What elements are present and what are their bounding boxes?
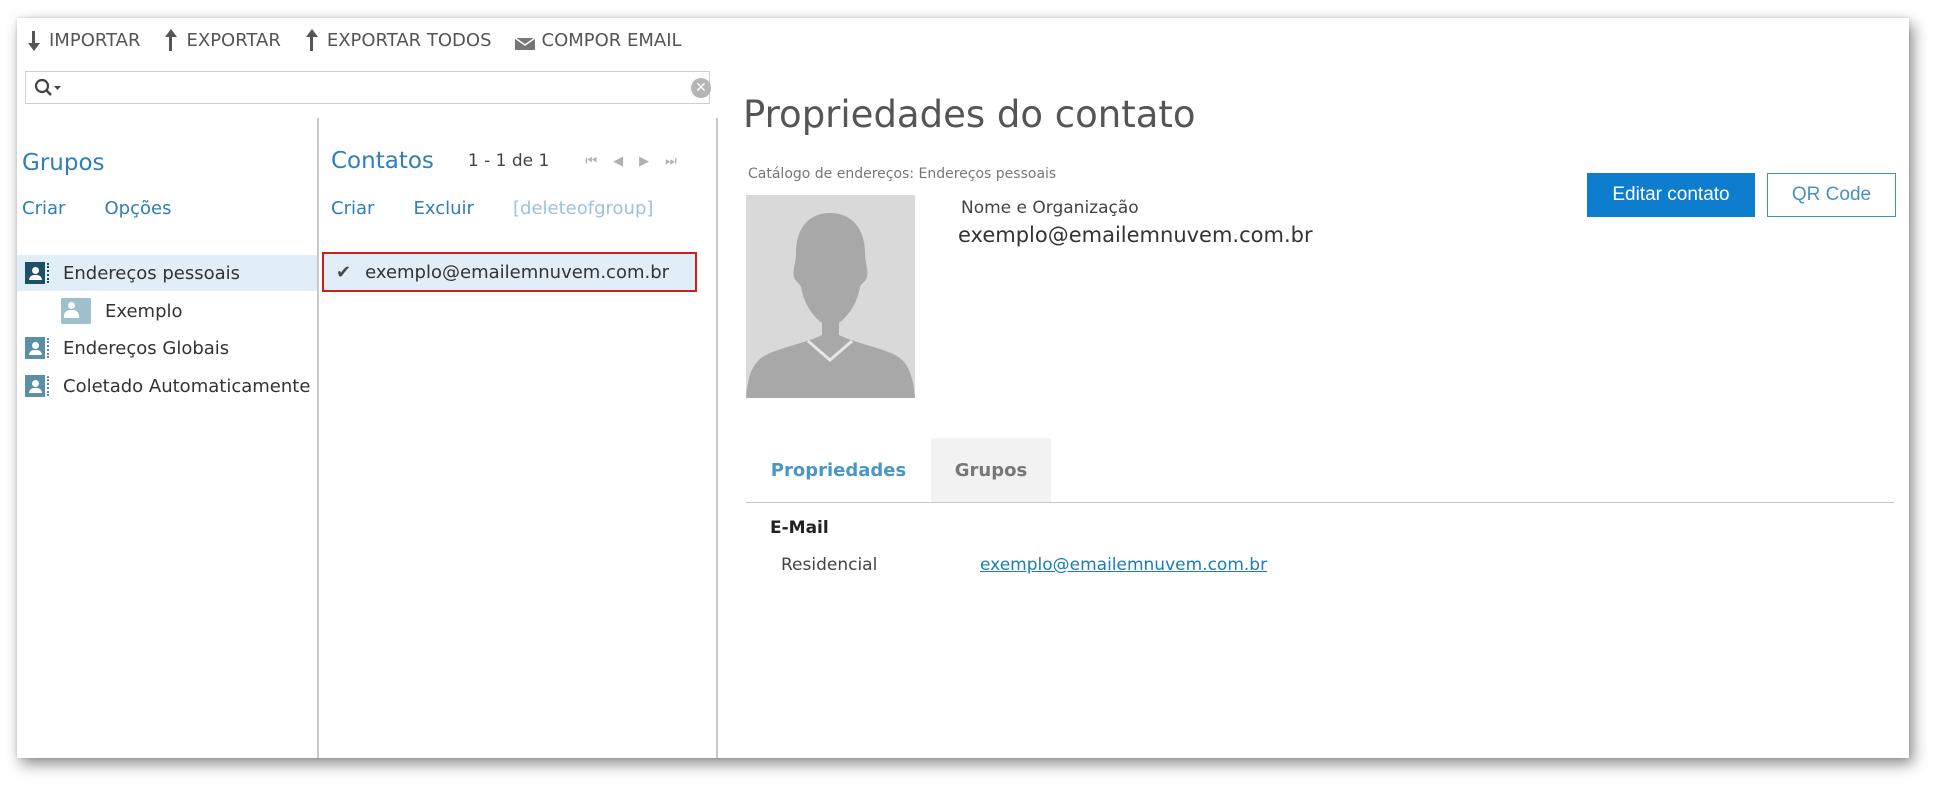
email-section-title: E-Mail bbox=[770, 518, 829, 538]
tab-groups[interactable]: Grupos bbox=[931, 438, 1051, 502]
previous-page-icon[interactable]: ◀ bbox=[613, 154, 623, 169]
contacts-actions: Criar Excluir [deleteofgroup] bbox=[331, 198, 687, 219]
create-contact-link[interactable]: Criar bbox=[331, 198, 374, 219]
qr-code-button[interactable]: QR Code bbox=[1767, 173, 1896, 217]
compose-email-label: COMPOR EMAIL bbox=[541, 29, 682, 51]
contact-list-item[interactable]: ✔ exemplo@emailemnuvem.com.br bbox=[322, 252, 697, 292]
checkmark-icon: ✔ bbox=[336, 261, 352, 283]
toolbar: IMPORTAR EXPORTAR EXPORTAR TODOS COMPOR … bbox=[25, 28, 704, 52]
avatar-placeholder-icon bbox=[746, 195, 915, 398]
next-page-icon[interactable]: ▶ bbox=[639, 154, 649, 169]
contacts-title: Contatos bbox=[331, 148, 434, 174]
search-input[interactable]: ✕ bbox=[25, 71, 711, 104]
name-organization-label: Nome e Organização bbox=[961, 198, 1139, 218]
group-item-label: Coletado Automaticamente bbox=[63, 375, 311, 397]
address-book-icon bbox=[25, 375, 49, 397]
group-item-personal-addresses[interactable]: Endereços pessoais bbox=[17, 255, 317, 291]
create-group-link[interactable]: Criar bbox=[22, 198, 65, 219]
group-item-label: Endereços Globais bbox=[63, 337, 230, 359]
pager: ⏮ ◀ ▶ ⏭ bbox=[585, 154, 676, 169]
group-item-collected-automatically[interactable]: Coletado Automaticamente bbox=[17, 368, 317, 404]
edit-contact-button[interactable]: Editar contato bbox=[1587, 173, 1755, 217]
export-button[interactable]: EXPORTAR bbox=[162, 29, 281, 51]
group-item-example[interactable]: Exemplo bbox=[17, 293, 317, 329]
contacts-header: Contatos 1 - 1 de 1 ⏮ ◀ ▶ ⏭ bbox=[331, 148, 711, 174]
export-label: EXPORTAR bbox=[186, 29, 281, 51]
clear-search-icon[interactable]: ✕ bbox=[691, 78, 711, 98]
contacts-count: 1 - 1 de 1 bbox=[467, 151, 550, 171]
details-tabs: Propriedades Grupos bbox=[746, 438, 1894, 503]
email-address-link[interactable]: exemplo@emailemnuvem.com.br bbox=[980, 555, 1267, 575]
page-title: Propriedades do contato bbox=[743, 93, 1196, 136]
groups-actions: Criar Opções bbox=[22, 198, 205, 219]
group-item-label: Endereços pessoais bbox=[63, 262, 241, 284]
contacts-window: IMPORTAR EXPORTAR EXPORTAR TODOS COMPOR … bbox=[17, 18, 1909, 758]
arrow-up-icon bbox=[303, 29, 321, 51]
first-page-icon[interactable]: ⏮ bbox=[585, 154, 597, 169]
group-item-label: Exemplo bbox=[105, 300, 183, 322]
group-item-global-addresses[interactable]: Endereços Globais bbox=[17, 330, 317, 366]
address-book-icon bbox=[25, 337, 49, 359]
export-all-label: EXPORTAR TODOS bbox=[326, 29, 492, 51]
address-book-caption: Catálogo de endereços: Endereços pessoai… bbox=[748, 166, 1057, 182]
tab-properties[interactable]: Propriedades bbox=[746, 438, 931, 502]
delete-contact-link[interactable]: Excluir bbox=[414, 198, 474, 219]
envelope-icon bbox=[514, 33, 536, 50]
contact-name: exemplo@emailemnuvem.com.br bbox=[958, 223, 1313, 247]
groups-title: Grupos bbox=[22, 150, 105, 176]
search-icon[interactable] bbox=[34, 78, 62, 102]
contact-list-item-label: exemplo@emailemnuvem.com.br bbox=[365, 261, 670, 283]
compose-email-button[interactable]: COMPOR EMAIL bbox=[514, 30, 682, 51]
delete-of-group-link[interactable]: [deleteofgroup] bbox=[513, 198, 653, 219]
contact-details-panel: Propriedades do contato Catálogo de ende… bbox=[716, 58, 1909, 758]
arrow-down-icon bbox=[25, 29, 43, 51]
contact-group-icon bbox=[61, 298, 91, 324]
groups-panel: Grupos Criar Opções Endereços pessoais E… bbox=[17, 118, 317, 758]
address-book-icon bbox=[25, 262, 49, 284]
import-label: IMPORTAR bbox=[49, 29, 141, 51]
email-type-label: Residencial bbox=[781, 555, 878, 575]
import-button[interactable]: IMPORTAR bbox=[25, 29, 140, 51]
arrow-up-icon bbox=[162, 29, 180, 51]
last-page-icon[interactable]: ⏭ bbox=[665, 154, 677, 169]
contacts-panel: Contatos 1 - 1 de 1 ⏮ ◀ ▶ ⏭ Criar Exclui… bbox=[317, 118, 718, 758]
export-all-button[interactable]: EXPORTAR TODOS bbox=[303, 29, 492, 51]
contact-photo bbox=[746, 195, 915, 398]
group-options-link[interactable]: Opções bbox=[105, 198, 172, 219]
